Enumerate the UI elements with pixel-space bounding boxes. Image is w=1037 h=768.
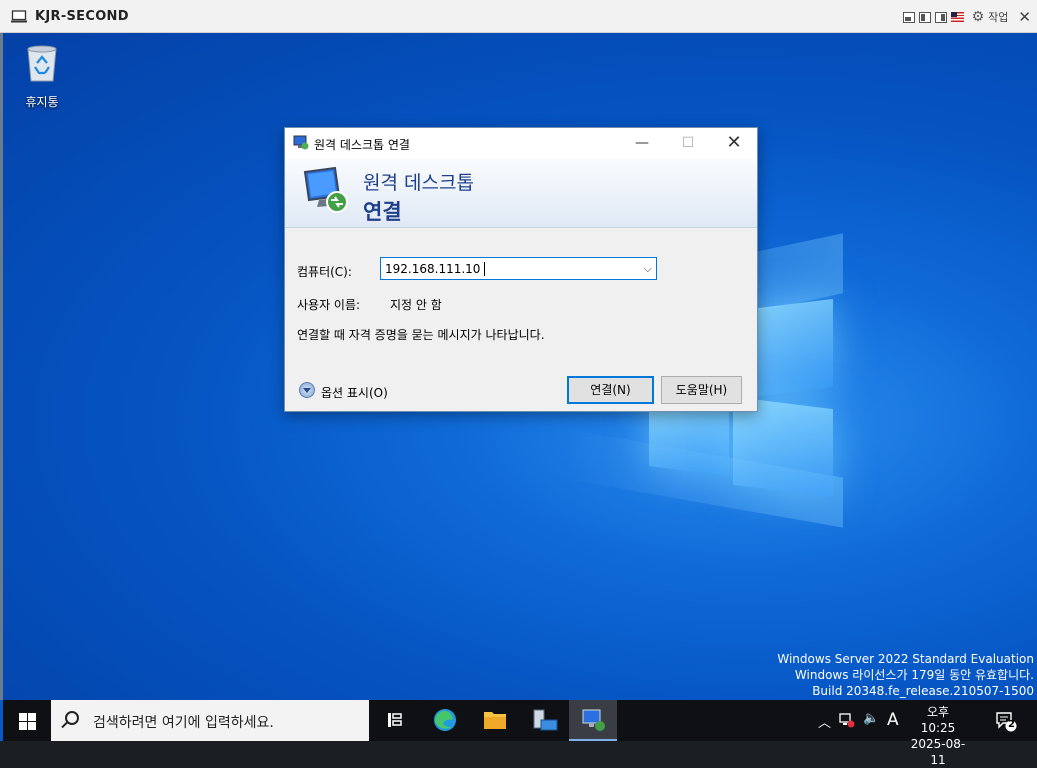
minimize-icon[interactable]: —	[619, 128, 665, 158]
taskbar: 검색하려면 여기에 입력하세요. ︿ 🔈 A 오후 10:25 2025-08-…	[3, 700, 1037, 767]
window-layout-icon[interactable]	[902, 11, 915, 23]
vm-menu-label[interactable]: 작업	[988, 9, 1008, 25]
vm-title: KJR-SECOND	[35, 9, 129, 24]
watermark-line: Windows 라이선스가 179일 동안 유효합니다.	[794, 668, 1034, 682]
recycle-bin[interactable]: 휴지통	[18, 43, 66, 110]
computer-icon	[11, 10, 27, 23]
us-flag-icon[interactable]	[950, 12, 964, 22]
remote-desktop-taskbar-button[interactable]	[569, 700, 617, 741]
notification-center-button[interactable]: 2	[995, 710, 1017, 732]
chevron-down-icon[interactable]: ⌵	[644, 262, 652, 276]
show-options-link[interactable]: 옵션 표시(O)	[321, 384, 388, 401]
volume-muted-icon[interactable]: 🔈	[863, 711, 879, 726]
window-left-icon[interactable]	[918, 11, 931, 23]
username-value: 지정 안 함	[390, 298, 442, 312]
edge-button[interactable]	[421, 700, 469, 741]
network-icon[interactable]	[839, 712, 855, 728]
credentials-info: 연결할 때 자격 증명을 묻는 메시지가 나타납니다.	[297, 328, 545, 342]
clock[interactable]: 오후 10:25 2025-08-11	[908, 704, 968, 768]
dialog-title: 원격 데스크톱 연결	[314, 138, 410, 152]
task-view-button[interactable]	[371, 700, 419, 741]
remote-desktop-dialog: 원격 데스크톱 연결 — ☐ ✕ 원격 데스크톱 연결 컴퓨터(C): 192.…	[284, 127, 758, 412]
taskbar-search[interactable]: 검색하려면 여기에 입력하세요.	[51, 700, 369, 741]
window-right-icon[interactable]	[934, 11, 947, 23]
watermark-line: Build 20348.fe_release.210507-1500	[812, 684, 1034, 698]
start-button[interactable]	[3, 700, 51, 741]
gear-icon[interactable]: ⚙	[972, 10, 985, 24]
remote-desktop-icon	[303, 166, 348, 213]
server-manager-button[interactable]	[521, 700, 569, 741]
remote-desktop-icon	[293, 135, 309, 150]
os-watermark: Windows Server 2022 Standard Evaluation …	[777, 651, 1034, 699]
search-icon	[65, 711, 79, 725]
help-button[interactable]: 도움말(H)	[661, 376, 742, 404]
notification-count: 2	[1008, 719, 1015, 730]
task-view-icon	[388, 713, 402, 727]
vm-controls: ⚙ 작업 ✕	[902, 9, 1031, 25]
banner-title-line1: 원격 데스크톱	[363, 172, 474, 194]
close-icon[interactable]: ✕	[1018, 10, 1031, 25]
search-input[interactable]: 검색하려면 여기에 입력하세요.	[93, 712, 274, 732]
banner-title-line2: 연결	[363, 200, 402, 224]
username-label: 사용자 이름:	[297, 298, 361, 312]
computer-combobox[interactable]: 192.168.111.10 ⌵	[380, 257, 657, 280]
file-explorer-button[interactable]	[471, 700, 519, 741]
server-manager-icon	[533, 709, 558, 731]
recycle-bin-label: 휴지통	[25, 95, 59, 109]
maximize-icon[interactable]: ☐	[665, 128, 711, 158]
windows-start-icon	[19, 713, 27, 721]
computer-input[interactable]: 192.168.111.10	[385, 262, 480, 276]
dialog-titlebar[interactable]: 원격 데스크톱 연결 — ☐ ✕	[285, 128, 757, 158]
clock-time: 오후 10:25	[920, 705, 956, 735]
dialog-body: 컴퓨터(C): 192.168.111.10 ⌵ 사용자 이름: 지정 안 함 …	[285, 228, 757, 411]
ime-indicator[interactable]: A	[887, 710, 899, 730]
vm-window: KJR-SECOND ⚙ 작업 ✕ 휴지통 Windows Server 202…	[0, 0, 1037, 767]
remote-desktop-icon	[582, 709, 605, 731]
watermark-line: Windows Server 2022 Standard Evaluation	[777, 652, 1034, 666]
computer-label: 컴퓨터(C):	[297, 265, 352, 279]
chevron-up-icon[interactable]: ︿	[818, 712, 831, 731]
file-explorer-icon	[484, 712, 506, 729]
recycle-bin-icon	[27, 45, 57, 82]
text-caret	[484, 262, 485, 276]
expand-options-icon[interactable]	[299, 382, 315, 398]
vm-titlebar: KJR-SECOND ⚙ 작업 ✕	[0, 0, 1037, 33]
connect-button[interactable]: 연결(N)	[567, 376, 654, 404]
close-icon[interactable]: ✕	[711, 128, 757, 158]
edge-icon	[434, 709, 456, 731]
dialog-banner: 원격 데스크톱 연결	[285, 158, 757, 228]
